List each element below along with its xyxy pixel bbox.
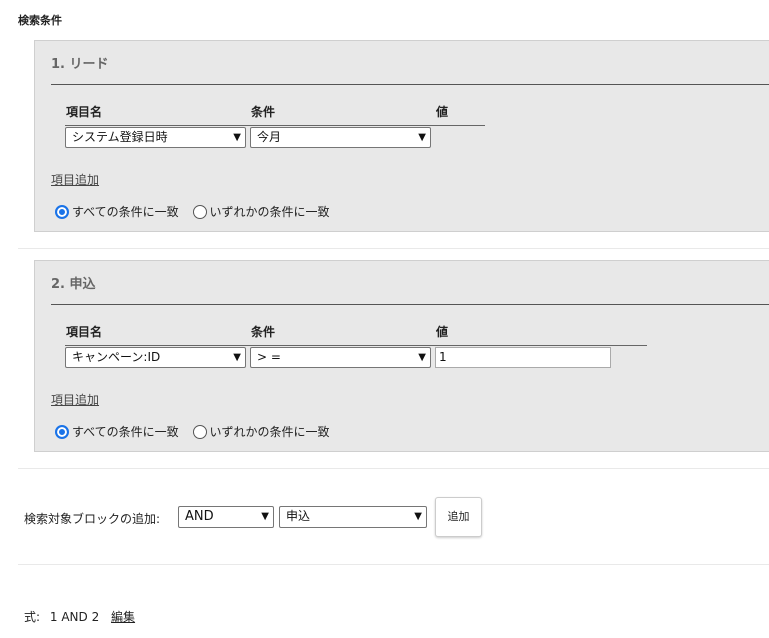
add-block-button[interactable]: 追加 xyxy=(435,497,482,537)
value-input[interactable]: 1 xyxy=(435,347,611,368)
operator-select-value: AND xyxy=(185,509,214,524)
match-any-label[interactable]: いずれかの条件に一致 xyxy=(210,425,330,439)
add-item-link[interactable]: 項目追加 xyxy=(51,391,99,408)
formula-label: 式: xyxy=(24,610,41,624)
field-select[interactable]: システム登録日時 ▼ xyxy=(65,127,246,148)
target-block-select-value: 申込 xyxy=(286,509,311,523)
chevron-down-icon: ▼ xyxy=(261,511,269,522)
header-divider xyxy=(65,125,485,126)
add-block-label: 検索対象ブロックの追加: xyxy=(24,512,161,526)
column-header-condition: 条件 xyxy=(251,325,276,339)
condition-block-1: 1. リード 項目名 条件 値 システム登録日時 ▼ 今月 ▼ 項目追加 すべて… xyxy=(34,40,769,232)
target-block-select[interactable]: 申込 ▼ xyxy=(279,506,427,528)
radio-match-any[interactable] xyxy=(192,425,207,439)
chevron-down-icon: ▼ xyxy=(233,352,241,363)
match-mode-group: すべての条件に一致 いずれかの条件に一致 xyxy=(55,423,330,441)
block-divider xyxy=(51,84,769,85)
condition-block-2: 2. 申込 項目名 条件 値 キャンペーン:ID ▼ > = ▼ 1 項目追加 … xyxy=(34,260,769,452)
chevron-down-icon: ▼ xyxy=(233,132,241,143)
chevron-down-icon: ▼ xyxy=(418,352,426,363)
section-divider xyxy=(18,564,769,565)
condition-select[interactable]: 今月 ▼ xyxy=(250,127,431,148)
add-item-link[interactable]: 項目追加 xyxy=(51,171,99,188)
match-all-label[interactable]: すべての条件に一致 xyxy=(72,425,179,439)
edit-formula-link[interactable]: 編集 xyxy=(111,610,135,624)
column-header-field: 項目名 xyxy=(66,105,103,119)
column-header-value: 値 xyxy=(436,325,449,339)
match-any-label[interactable]: いずれかの条件に一致 xyxy=(210,205,330,219)
column-header-value: 値 xyxy=(436,105,449,119)
match-mode-group: すべての条件に一致 いずれかの条件に一致 xyxy=(55,203,330,221)
condition-select[interactable]: > = ▼ xyxy=(250,347,431,368)
column-header-field: 項目名 xyxy=(66,325,103,339)
radio-match-any[interactable] xyxy=(192,205,207,219)
block-title: 2. 申込 xyxy=(51,277,96,292)
field-select[interactable]: キャンペーン:ID ▼ xyxy=(65,347,246,368)
field-select-value: システム登録日時 xyxy=(72,130,168,144)
chevron-down-icon: ▼ xyxy=(418,132,426,143)
header-divider xyxy=(65,345,647,346)
condition-select-value: > = xyxy=(257,350,281,364)
radio-match-all[interactable] xyxy=(55,425,69,439)
section-divider xyxy=(18,468,769,469)
operator-select[interactable]: AND ▼ xyxy=(178,506,274,528)
field-select-value: キャンペーン:ID xyxy=(72,350,161,364)
formula-row: 式: 1 AND 2 編集 xyxy=(24,608,135,625)
radio-match-all[interactable] xyxy=(55,205,69,219)
search-conditions-heading: 検索条件 xyxy=(18,14,62,27)
chevron-down-icon: ▼ xyxy=(414,511,422,522)
block-title: 1. リード xyxy=(51,57,109,72)
column-header-condition: 条件 xyxy=(251,105,276,119)
match-all-label[interactable]: すべての条件に一致 xyxy=(72,205,179,219)
block-divider xyxy=(51,304,769,305)
formula-expression: 1 AND 2 xyxy=(49,610,100,624)
section-divider xyxy=(18,248,769,249)
condition-select-value: 今月 xyxy=(257,130,282,144)
